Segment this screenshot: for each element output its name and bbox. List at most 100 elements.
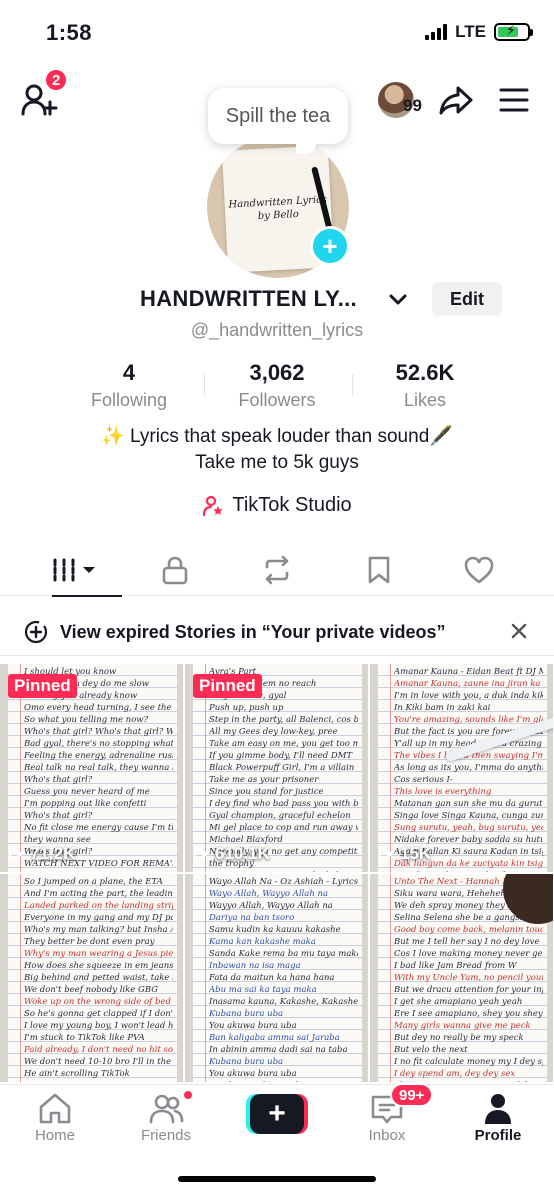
lyric-line: I'm in love with you, a duk inda kike [394,691,543,701]
lock-icon [162,556,188,585]
video-tile[interactable]: Unto The Next - Hannah Rowland ft Wisdom… [370,874,553,1082]
lyric-line: Ki mike, ga hannuna ki rike [394,870,543,872]
view-count: 71.2K [8,844,75,864]
heart-icon [464,556,494,584]
lyric-line: Since you stand for justice [209,787,324,797]
lyric-line: In abinin amma dadi sai na taba [209,1045,348,1055]
nav-profile[interactable]: Profile [443,1085,553,1149]
tab-active-indicator [52,595,122,597]
lyric-line: Good boy come back, melanin touch [394,925,543,935]
lyric-line: So he's gonna get clapped if I don't hav… [24,1009,173,1019]
lyric-line: How does she squeeze in em jeans? [24,961,173,971]
play-icon [193,845,209,863]
tiktok-studio-link[interactable]: TikTok Studio [0,494,554,517]
handwritten-lyrics: So I jumped on a plane, the ETA And I'm a… [24,876,173,1080]
lyric-line: You akuwa bura uba [209,1021,297,1031]
status-time: 1:58 [46,20,93,45]
handwritten-lyrics: Wayo Allah Na - Oz Ashiah - Lyrics Wayo A… [209,876,358,1082]
video-tile[interactable]: So I jumped on a plane, the ETA And I'm a… [0,874,183,1082]
lyric-line: Ere I see amapiano, shey you shey you ge… [394,1009,543,1019]
lyric-line: Mi gel place to cop and run away with yo… [209,823,358,833]
lyric-line: Step in the party, all Balenci, cos body [209,715,358,725]
lyric-line: With my Uncle Yam, no pencil your paper [394,973,543,983]
lyric-line: Dariya na ban tsoro [209,913,295,923]
note-bubble[interactable]: Spill the tea [208,88,348,144]
lyric-line: But me I tell her say I no dey love [394,937,540,947]
lyric-line: But dey no really be my speck [394,1033,524,1043]
stories-banner-text: View expired Stories in “Your private vi… [60,622,446,642]
menu-icon[interactable] [498,86,530,114]
lyric-line: Kan kauna akai jaraba [209,1080,358,1082]
notification-badge: 2 [44,68,69,92]
lyric-line: Wayo Allah Na - Oz Ashiah - Lyrics [209,877,358,887]
nav-inbox[interactable]: 99+ Inbox [332,1083,442,1149]
pinned-badge: Pinned [193,674,262,698]
chevron-down-icon[interactable] [388,290,408,310]
add-story-button[interactable]: + [310,226,350,266]
lyric-line: Wayo Allah, Wayyo Allah na [209,889,329,899]
nav-label: Inbox [368,1127,406,1144]
close-icon[interactable] [508,620,530,642]
tab-favorites[interactable] [324,544,434,596]
tab-private[interactable] [120,544,230,596]
lyric-line: I get she amapiano yeah yeah [394,997,523,1007]
lyric-line: Wayyo Allah, Wayyo Allah na [209,901,333,911]
profile-stats: 4 Following 3,062 Followers 52.6K Likes [0,360,554,414]
status-bar: 1:58 LTE ⚡ [0,0,554,68]
bookmark-icon [368,556,390,584]
create-button[interactable]: + [246,1094,308,1134]
stat-following[interactable]: 4 Following [54,360,204,411]
lyric-line: We don't beef nobody like GBG [24,985,159,995]
lyric-line: I dey find who bad pass you with binocul… [209,799,358,809]
lyric-line: We don't need 10-10 bro I'll in the club [24,1057,173,1067]
video-tile[interactable]: Wayo Allah Na - Oz Ashiah - Lyrics Wayo A… [185,874,368,1082]
lyric-line: Singa love Singa Kauna, cunga zurgururu [394,811,543,821]
lyric-line: Who's that girl? [24,811,93,821]
lyric-line: Abu ma sai ka taya maka [209,985,317,995]
lyric-line: You akuwa bura uba [209,1069,297,1079]
lyric-line: Guess you never heard of me [24,787,150,797]
tab-liked[interactable] [424,544,534,596]
stat-likes[interactable]: 52.6K Likes [350,360,500,411]
tab-reposts[interactable] [222,544,332,596]
expired-stories-banner[interactable]: View expired Stories in “Your private vi… [0,606,554,656]
tab-videos[interactable] [20,544,130,597]
lyric-line: Who's that girl? Who's that girl? Who's … [24,727,173,737]
friends-icon [149,1094,184,1124]
inbox-badge: 99+ [390,1083,434,1107]
network-label: LTE [455,22,486,41]
lyric-line: Cos I love making money never get enough [394,949,543,959]
lyric-line: Who's that girl? [24,775,93,785]
lyric-line: And I'm acting the part, the leading rol… [24,889,173,899]
pinned-badge: Pinned [8,674,77,698]
name-row: HANDWRITTEN LY... Edit [0,282,554,316]
lyric-line: He ain't scrolling TikTok [24,1069,130,1079]
video-tile[interactable]: Amanar Kauna - Eidan Beat ft DJ Mk Lyric… [370,664,553,872]
edit-profile-button[interactable]: Edit [432,282,502,316]
lyric-line: Push up, push up [209,703,284,713]
stat-followers[interactable]: 3,062 Followers [202,360,352,411]
nav-friends[interactable]: Friends [111,1085,221,1149]
home-indicator [178,1176,376,1182]
lyric-line: Bad gyal, there's no stopping what's com… [24,739,173,749]
lyric-line: So what you telling me now? [24,715,149,725]
share-icon[interactable] [438,82,474,118]
stat-value: 52.6K [395,360,455,385]
profile-name[interactable]: HANDWRITTEN LY... [140,286,357,312]
lyric-line: Sanda Kake rema ba mu taya maka [209,949,358,959]
lyric-line: Cos serious I- [394,775,453,785]
video-tile[interactable]: Ayra's PartOther gyal dem no reachIt's j… [185,664,368,872]
lyric-line: Inasama kauna, Kakashe, Kakashe [209,997,358,1007]
lyric-line: Who's my man talking? but Insha Allah? [24,925,173,935]
profile-views-count[interactable]: 99 [403,96,422,116]
view-count: 610.1K [193,844,270,864]
lyric-line: As long as its you, I'mma do anything [394,763,543,773]
lyric-line: Black Powerpuff Girl, I'm a villain [209,763,355,773]
lyric-line: Take me as your prisoner [209,775,319,785]
nav-home[interactable]: Home [0,1085,110,1149]
profile-handle: @_handwritten_lyrics [190,320,364,340]
lyric-line: Amanar Kauna, zaune ina jiran ka [394,679,541,689]
lyric-line: So I jumped on a plane, the ETA [24,877,163,887]
lyric-line: Sung surutu, yeah, bug surutu, yeah [394,823,543,833]
video-tile[interactable]: I should let you know cos baby you dey do… [0,664,183,872]
